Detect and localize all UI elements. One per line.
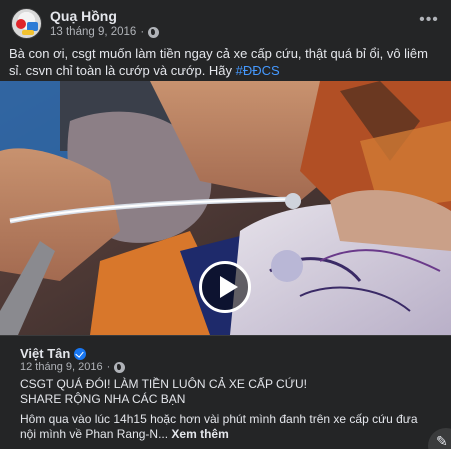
post-message-text: Bà con ơi, csgt muốn làm tiền ngay cả xe…	[9, 46, 428, 78]
shared-body: Hôm qua vào lúc 14h15 hoặc hơn vài phút …	[20, 412, 430, 442]
play-button[interactable]	[199, 261, 251, 313]
author-avatar[interactable]	[11, 8, 42, 39]
shared-post[interactable]: Việt Tân 12 tháng 9, 2016 · CSGT QUÁ ĐÓI…	[0, 335, 451, 449]
post-message: Bà con ơi, csgt muốn làm tiền ngay cả xe…	[9, 45, 439, 79]
post-date[interactable]: 13 tháng 9, 2016	[50, 26, 136, 38]
post-author-name[interactable]: Quạ Hồng	[50, 8, 117, 24]
avatar-graphic	[22, 30, 34, 35]
globe-icon	[148, 26, 160, 38]
avatar-graphic	[16, 19, 26, 29]
shared-subheadline: SHARE RỘNG NHA CÁC BẠN	[20, 392, 186, 406]
shared-author: Việt Tân	[20, 346, 87, 361]
verified-badge-icon	[74, 347, 87, 360]
pencil-icon: ✎	[436, 433, 448, 449]
post-header: Quạ Hồng 13 tháng 9, 2016 · •••	[8, 6, 443, 40]
hashtag-link[interactable]: #ĐĐCS	[236, 63, 280, 78]
post-meta: 13 tháng 9, 2016 ·	[50, 26, 160, 38]
shared-text: CSGT QUÁ ĐÓI! LÀM TIỀN LUÔN CẢ XE CẤP CỨ…	[20, 377, 430, 442]
post-card: Quạ Hồng 13 tháng 9, 2016 · ••• Bà con ơ…	[0, 0, 451, 449]
more-options-button[interactable]: •••	[417, 12, 441, 32]
shared-date[interactable]: 12 tháng 9, 2016	[20, 361, 103, 373]
globe-icon	[114, 361, 126, 373]
shared-author-name[interactable]: Việt Tân	[20, 346, 70, 361]
shared-headline: CSGT QUÁ ĐÓI! LÀM TIỀN LUÔN CẢ XE CẤP CỨ…	[20, 377, 307, 391]
meta-separator: ·	[140, 26, 145, 38]
see-more-link[interactable]: Xem thêm	[171, 427, 228, 441]
shared-meta: 12 tháng 9, 2016 ·	[20, 361, 126, 373]
meta-separator: ·	[106, 361, 111, 373]
video-player[interactable]: ⚙ ⤢ ▣ ◀	[0, 81, 451, 335]
